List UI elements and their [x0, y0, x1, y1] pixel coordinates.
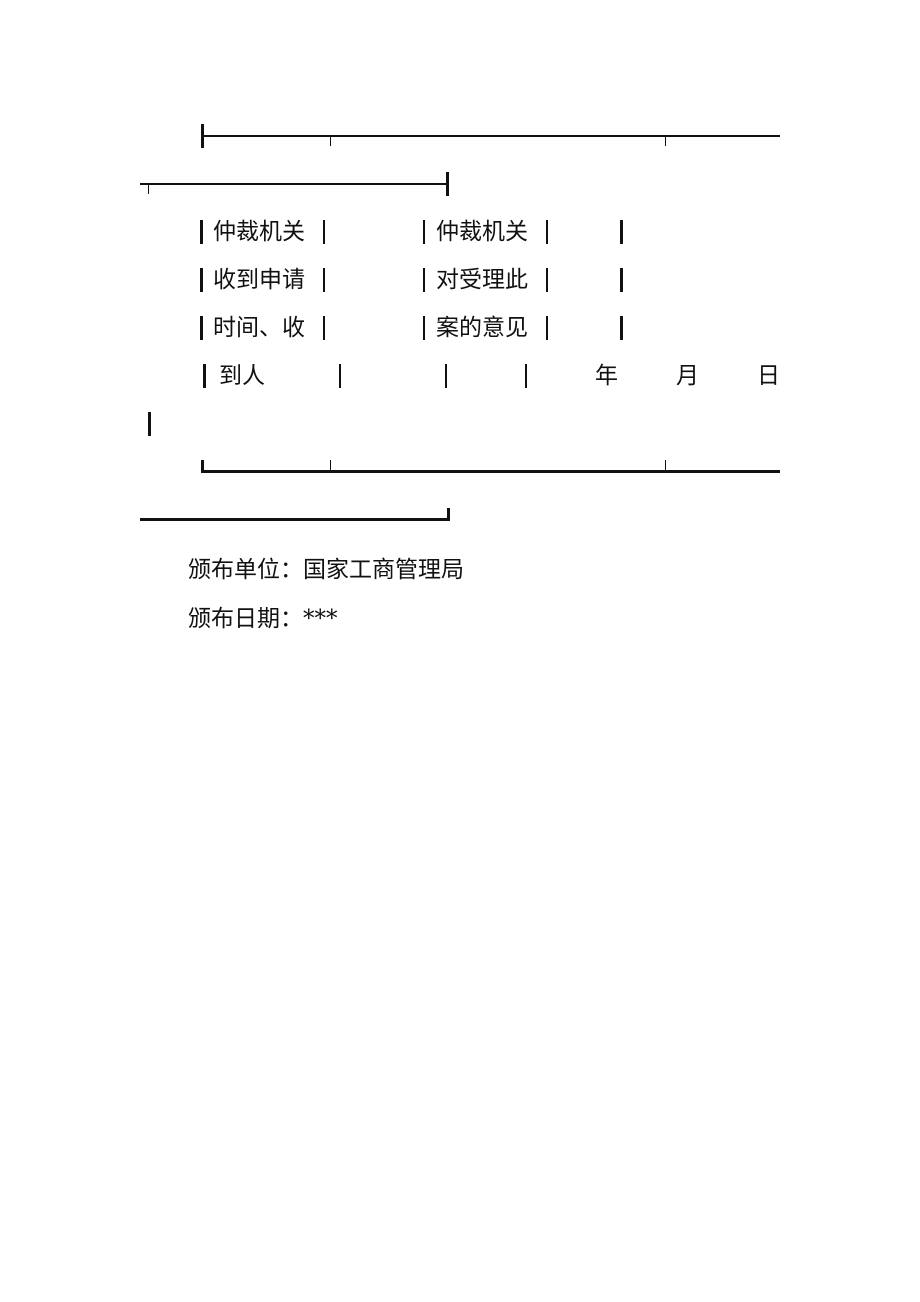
row-divider: [323, 316, 325, 340]
row-divider: [546, 316, 548, 340]
row-border: [200, 220, 203, 244]
row-middle-cell: 仲裁机关: [436, 219, 528, 245]
row-border: [200, 268, 203, 292]
publish-date-line: 颁布日期：***: [188, 604, 338, 634]
top-border-line-1: [204, 135, 780, 137]
row-divider: [423, 220, 425, 244]
publish-date-value: ***: [303, 606, 338, 632]
publish-date-label: 颁布日期：: [188, 606, 303, 632]
row-divider: [423, 268, 425, 292]
row-divider: [339, 364, 341, 388]
publisher-line: 颁布单位：国家工商管理局: [188, 555, 464, 585]
top-tick: [148, 184, 149, 194]
row-border: [620, 220, 623, 244]
publisher-value: 国家工商管理局: [303, 557, 464, 583]
date-day-label: 日: [757, 363, 780, 389]
row-left-cell: 仲裁机关: [213, 219, 305, 245]
row-divider: [546, 220, 548, 244]
row-left-cell: 时间、收: [213, 315, 305, 341]
top-tick: [330, 136, 331, 146]
date-year-label: 年: [595, 363, 618, 389]
bottom-tick: [330, 460, 331, 470]
row-border: [203, 364, 206, 388]
row-middle-cell: 对受理此: [436, 267, 528, 293]
row-left-cell: 收到申请: [213, 267, 305, 293]
row-divider: [546, 268, 548, 292]
top-right-corner: [446, 172, 449, 196]
bottom-border-line-1: [201, 470, 780, 473]
bottom-tick: [665, 460, 666, 470]
top-tick: [665, 136, 666, 146]
top-border-line-2: [140, 183, 448, 185]
date-month-label: 月: [676, 363, 699, 389]
bottom-border-line-2: [140, 518, 450, 521]
row-divider: [445, 364, 447, 388]
row-left-cell: 到人: [219, 363, 265, 389]
row-border: [200, 316, 203, 340]
row-border: [620, 316, 623, 340]
row-divider: [323, 220, 325, 244]
publisher-label: 颁布单位：: [188, 557, 303, 583]
row-divider: [423, 316, 425, 340]
row-middle-cell: 案的意见: [436, 315, 528, 341]
row-divider: [323, 268, 325, 292]
row-border: [148, 412, 151, 436]
bottom-right-corner: [447, 508, 450, 521]
row-border: [620, 268, 623, 292]
row-divider: [525, 364, 527, 388]
